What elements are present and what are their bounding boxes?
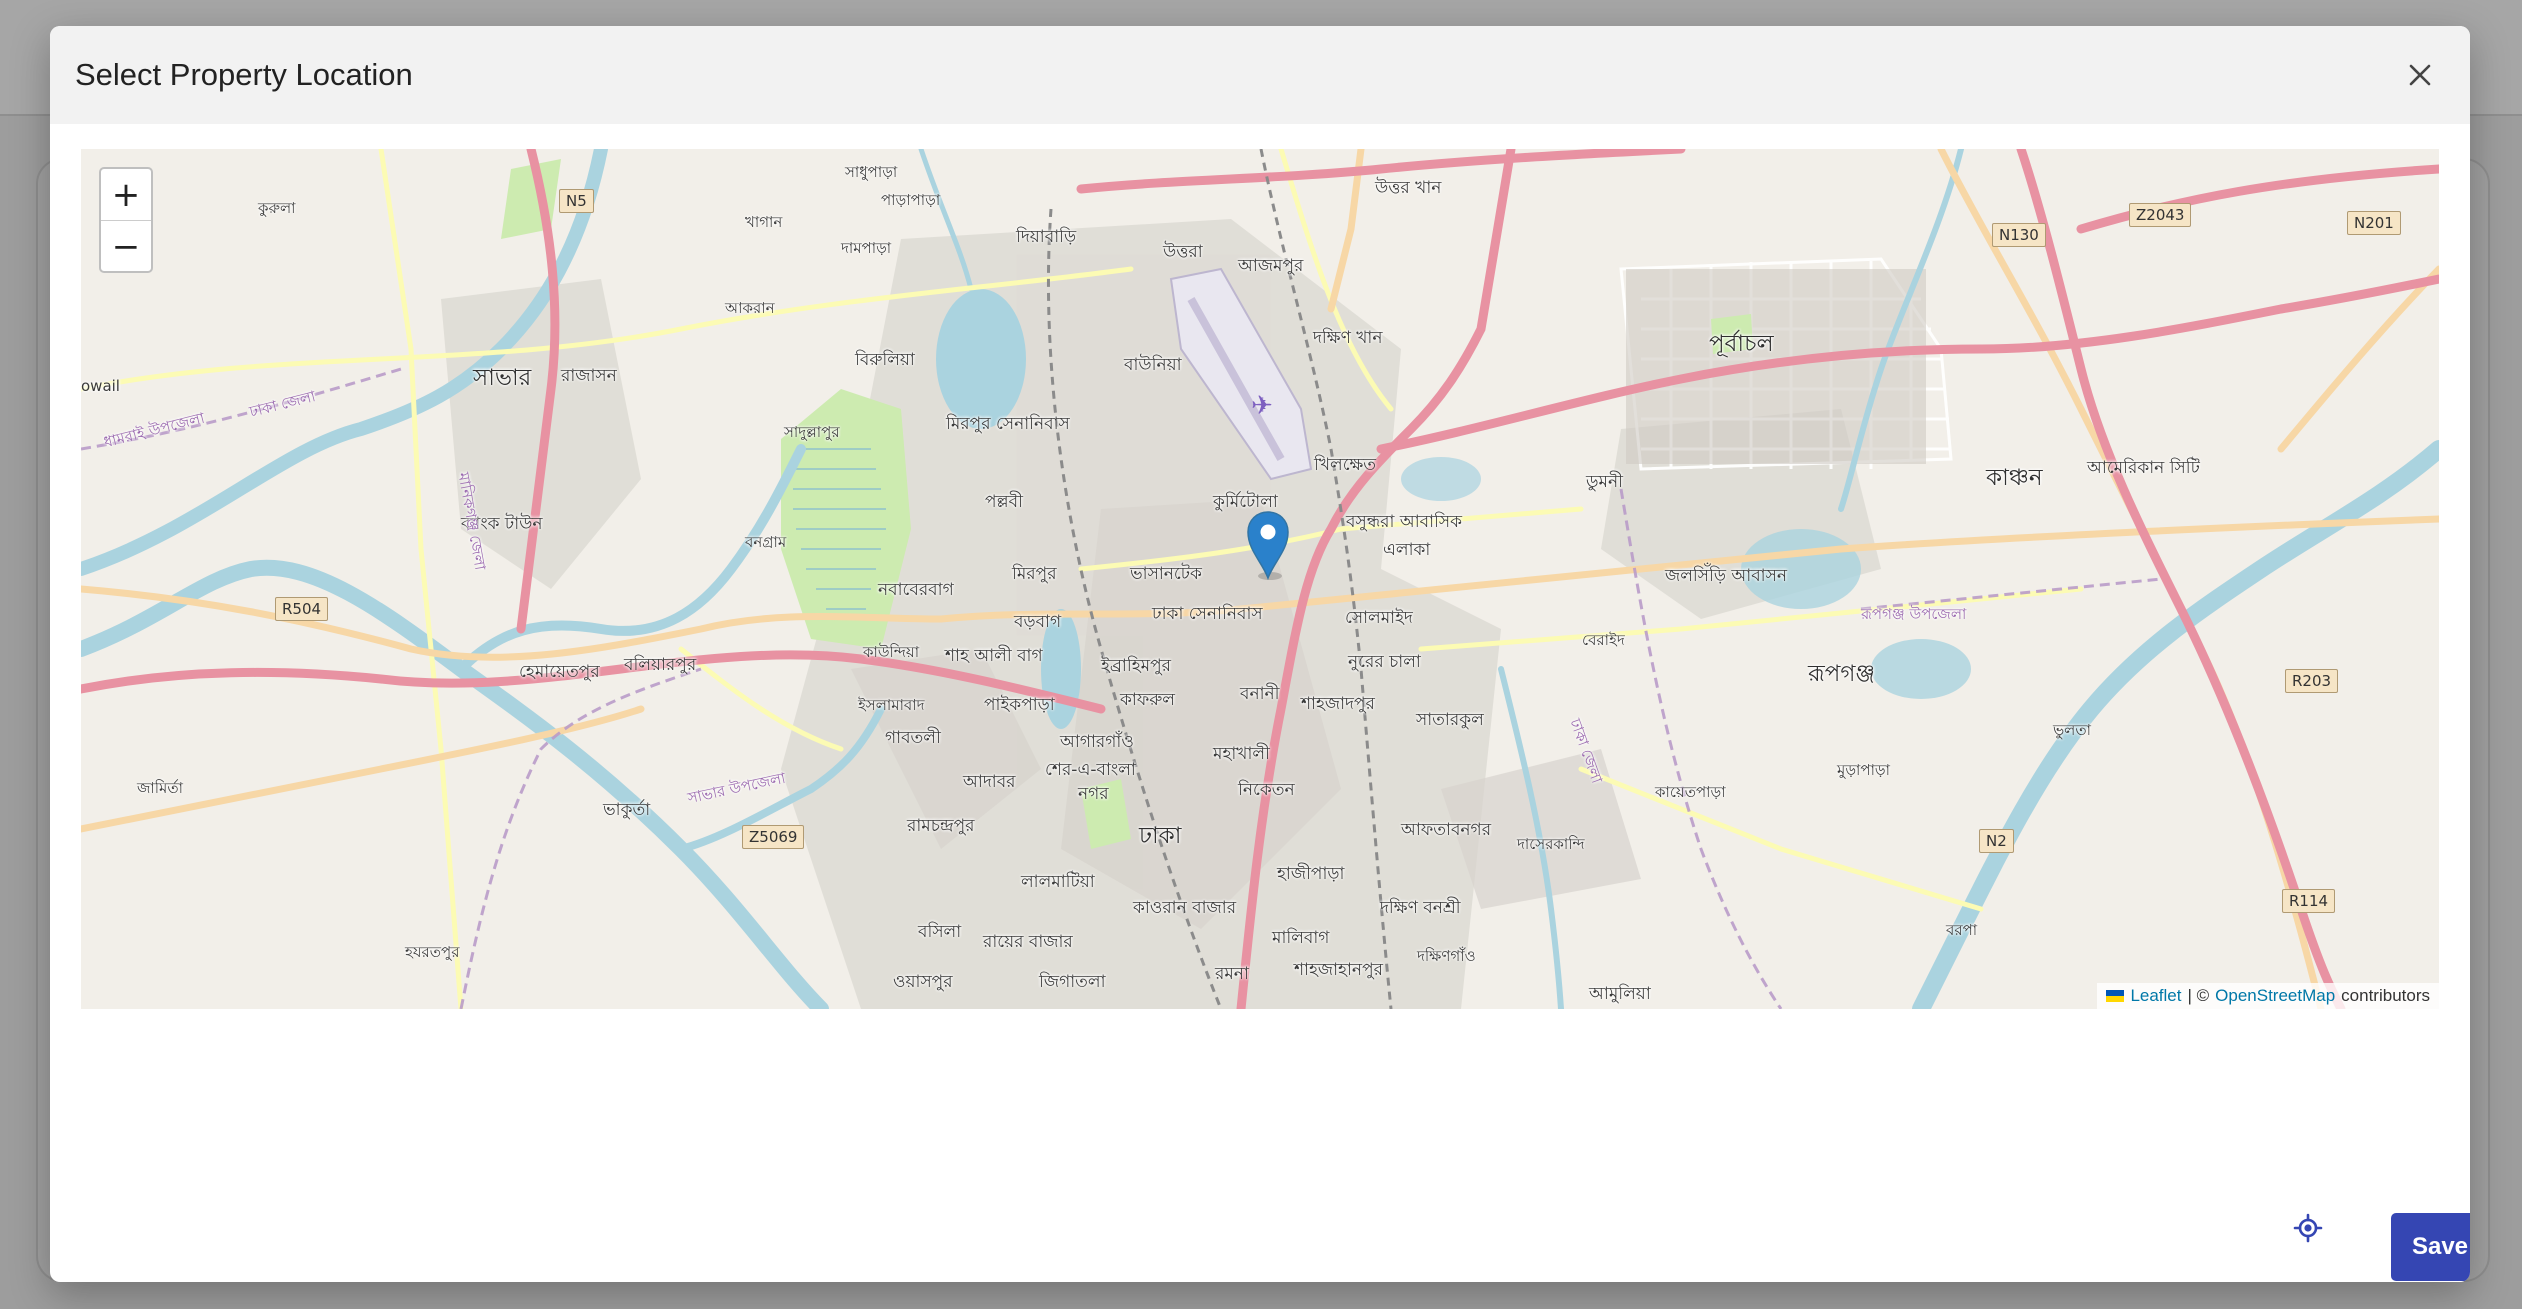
- svg-text:✈: ✈: [1251, 391, 1273, 421]
- my-location-icon: [2293, 1213, 2323, 1243]
- close-button[interactable]: [2398, 53, 2442, 97]
- attribution-suffix: contributors: [2341, 986, 2430, 1005]
- zoom-out-button[interactable]: −: [101, 220, 151, 271]
- location-dialog: Select Property Location ✈ কুরুলা সাভার …: [50, 26, 2470, 1282]
- save-button[interactable]: Save: [2391, 1213, 2470, 1281]
- map-view[interactable]: ✈ কুরুলা সাভার রাজাসন ব্যাংক টাউন হেমায়…: [81, 149, 2439, 1009]
- openstreetmap-link[interactable]: OpenStreetMap: [2215, 983, 2335, 1009]
- zoom-in-button[interactable]: +: [101, 169, 151, 220]
- map-marker-icon: [1247, 511, 1289, 581]
- leaflet-link[interactable]: Leaflet: [2130, 983, 2181, 1009]
- close-icon: [2409, 64, 2431, 86]
- zoom-control: + −: [99, 167, 153, 273]
- attribution-separator: | ©: [2187, 986, 2210, 1005]
- my-location-button[interactable]: [2288, 1208, 2328, 1248]
- ukraine-flag-icon: [2106, 990, 2125, 1002]
- dialog-header: Select Property Location: [50, 26, 2470, 124]
- dialog-title: Select Property Location: [75, 57, 413, 92]
- map-attribution: Leaflet | © OpenStreetMap contributors: [2097, 983, 2439, 1009]
- location-marker[interactable]: [1246, 510, 1290, 581]
